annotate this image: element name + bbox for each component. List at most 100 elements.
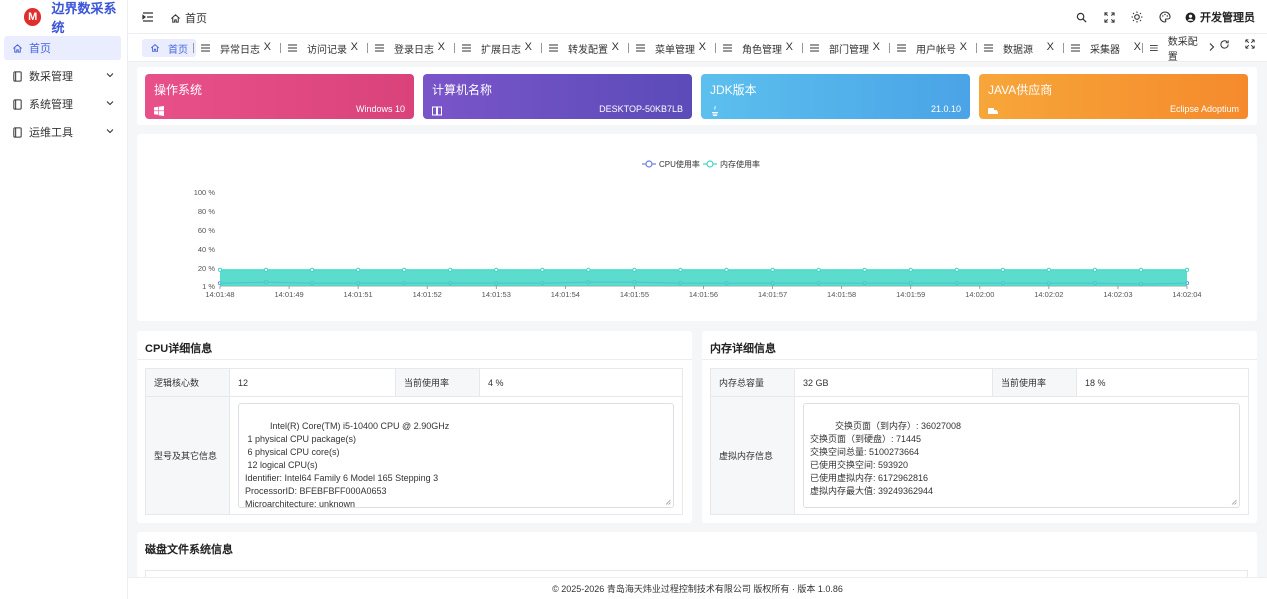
divider [702, 359, 1257, 360]
brand[interactable]: M 边界数采系统 [0, 0, 127, 35]
user-menu[interactable]: 开发管理员 [1185, 9, 1255, 25]
tab-separator [541, 43, 542, 53]
tab-close-icon[interactable]: X [960, 41, 967, 53]
menu-toggle-icon[interactable] [142, 11, 154, 23]
menu-lines-icon [1071, 44, 1080, 52]
card-value: DESKTOP-50KB7LB [599, 104, 683, 114]
menu-lines-icon [462, 44, 471, 52]
virtual-memory-textarea[interactable]: 交换页面（到内存）: 36027008 交换页面（到硬盘）: 71445 交换空… [803, 403, 1240, 508]
search-icon[interactable] [1075, 11, 1087, 23]
tab-close-icon[interactable]: X [438, 41, 445, 53]
tab-close-icon[interactable]: X [1047, 41, 1054, 53]
info-card-2: JDK版本 21.0.10 [701, 74, 970, 119]
tab-label: 首页 [168, 44, 188, 56]
sidebar-item-1[interactable]: 数采管理 [4, 64, 121, 88]
app-logo: M [24, 8, 42, 26]
tab-label: 用户帐号 [916, 44, 956, 56]
sidebar-item-0[interactable]: 首页 [4, 36, 121, 60]
x-tick-label: 14:01:52 [413, 290, 442, 299]
cpu-usage-value: 4 % [479, 368, 683, 397]
x-tick-label: 14:01:49 [274, 290, 303, 299]
tab-label: 扩展日志 [481, 44, 521, 56]
virtual-memory-label: 虚拟内存信息 [710, 396, 795, 515]
theme-sun-icon[interactable] [1131, 11, 1143, 23]
tab-8[interactable]: 部门管理 X [810, 39, 880, 57]
tab-9[interactable]: 用户帐号 X [897, 39, 967, 57]
tabs-scroll-right-icon[interactable] [1206, 40, 1218, 54]
system-info-cards: 操作系统 Windows 10 计算机名称 DESKTOP-50KB7LB JDK版本 2… [137, 67, 1257, 125]
usage-line-chart: CPU使用率 内存使用率1 %20 %40 %60 %80 %100 %14:01… [194, 159, 1202, 299]
tab-close-icon[interactable]: X [525, 41, 532, 53]
tab-separator [1063, 43, 1064, 53]
doc-icon [11, 126, 23, 138]
x-tick-label: 14:01:55 [620, 290, 649, 299]
x-tick-label: 14:01:56 [689, 290, 718, 299]
tab-11[interactable]: 采集器 X [1071, 39, 1141, 57]
menu-lines-icon [810, 44, 819, 52]
series-point-1 [678, 267, 683, 272]
tab-0[interactable]: 首页 [142, 39, 196, 57]
sidebar-item-2[interactable]: 系统管理 [4, 92, 121, 116]
tab-label: 访问记录 [307, 44, 347, 56]
refresh-icon[interactable] [1218, 37, 1230, 51]
tab-close-icon[interactable]: X [699, 41, 706, 53]
resize-grip-icon[interactable] [1231, 499, 1237, 505]
legend-marker [645, 160, 653, 168]
memory-usage-label: 当前使用率 [992, 368, 1077, 397]
memory-total-label: 内存总容量 [710, 368, 795, 397]
cpu-detail-panel: CPU详细信息 逻辑核心数 12 当前使用率 4 % 型号及其它信息 Intel… [137, 331, 692, 523]
series-point-1 [586, 267, 591, 272]
tab-separator [802, 43, 803, 53]
tab-label: 转发配置 [568, 44, 608, 56]
tab-label: 部门管理 [829, 44, 869, 56]
series-point-1 [908, 267, 913, 272]
tab-4[interactable]: 扩展日志 X [462, 39, 532, 57]
tab-label: 异常日志 [220, 44, 260, 56]
tab-12[interactable]: 数采配置 [1150, 37, 1202, 63]
menu-lines-icon [1150, 44, 1158, 52]
cpu-cores-label: 逻辑核心数 [145, 368, 230, 397]
tab-10[interactable]: 数据源 X [984, 39, 1054, 57]
breadcrumb-label: 首页 [185, 13, 207, 25]
palette-icon[interactable] [1159, 11, 1171, 23]
tab-close-icon[interactable]: X [612, 41, 619, 53]
tab-close-icon[interactable]: X [873, 41, 880, 53]
fullscreen-icon[interactable] [1103, 11, 1115, 23]
cpu-model-textarea[interactable]: Intel(R) Core(TM) i5-10400 CPU @ 2.90GHz… [238, 403, 674, 509]
breadcrumb[interactable]: 首页 [170, 10, 207, 26]
series-point-1 [1000, 267, 1005, 272]
tab-separator [454, 43, 455, 53]
tab-1[interactable]: 异常日志 X [201, 39, 271, 57]
tab-separator [976, 43, 977, 53]
resize-grip-icon[interactable] [665, 499, 671, 505]
tab-2[interactable]: 访问记录 X [288, 39, 358, 57]
header-tools: 开发管理员 [1059, 0, 1255, 34]
tab-close-icon[interactable]: X [264, 41, 271, 53]
tab-close-icon[interactable]: X [351, 41, 358, 53]
tab-label: 菜单管理 [655, 44, 695, 56]
tab-separator [1142, 43, 1143, 53]
tab-close-icon[interactable]: X [1134, 41, 1141, 53]
series-point-1 [954, 267, 959, 272]
user-avatar-icon [1185, 12, 1196, 22]
tab-label: 数据源 [1003, 44, 1033, 56]
tab-5[interactable]: 转发配置 X [549, 39, 619, 57]
info-card-0: 操作系统 Windows 10 [145, 74, 414, 119]
tab-fullscreen-icon[interactable] [1244, 37, 1256, 51]
home-icon [171, 13, 180, 23]
x-tick-label: 14:01:54 [551, 290, 580, 299]
tab-close-icon[interactable]: X [786, 41, 793, 53]
sidebar-item-label: 系统管理 [29, 99, 73, 111]
legend-marker [706, 160, 714, 168]
tab-6[interactable]: 菜单管理 X [636, 39, 706, 57]
home-icon [150, 44, 160, 52]
cpu-model-label: 型号及其它信息 [145, 396, 230, 515]
tab-separator [280, 43, 281, 53]
series-point-1 [494, 267, 499, 272]
memory-usage-value: 18 % [1076, 368, 1249, 397]
tab-7[interactable]: 角色管理 X [723, 39, 793, 57]
tab-3[interactable]: 登录日志 X [375, 39, 445, 57]
y-tick-label: 60 % [198, 226, 215, 235]
sidebar-item-3[interactable]: 运维工具 [4, 120, 121, 144]
series-point-1 [540, 267, 545, 272]
